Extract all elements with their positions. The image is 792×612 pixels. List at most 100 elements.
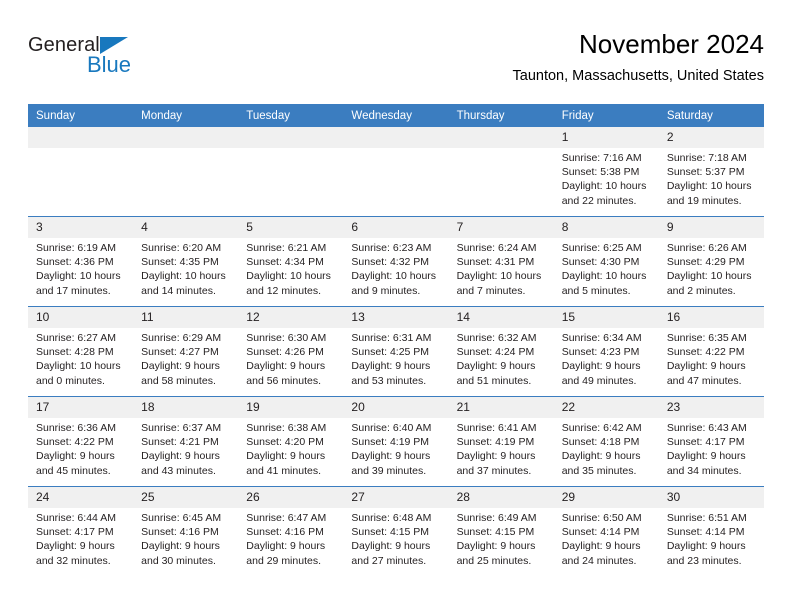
calendar-day-cell[interactable]: 10 Sunrise: 6:27 AM Sunset: 4:28 PM Dayligh… xyxy=(28,306,134,397)
sunset-text: Sunset: 4:29 PM xyxy=(666,256,745,269)
calendar-week-row: 17 Sunrise: 6:36 AM Sunset: 4:22 PM Dayligh… xyxy=(28,396,764,487)
sunrise-text: Sunrise: 6:25 AM xyxy=(561,242,642,254)
day-number: 10 xyxy=(28,307,134,328)
calendar-day-cell[interactable]: 22 Sunrise: 6:42 AM Sunset: 4:18 PM Dayligh… xyxy=(553,396,659,487)
day-sun-info: Sunrise: 6:38 AM Sunset: 4:20 PM Daylight:… xyxy=(238,418,343,478)
day-sun-info: Sunrise: 6:29 AM Sunset: 4:27 PM Daylight:… xyxy=(133,328,238,388)
sunrise-text: Sunrise: 6:45 AM xyxy=(141,512,222,524)
calendar-day-cell[interactable]: 4 Sunrise: 6:20 AM Sunset: 4:35 PM Daylight… xyxy=(133,216,239,307)
calendar-day-cell[interactable]: 28 Sunrise: 6:49 AM Sunset: 4:15 PM Dayligh… xyxy=(448,486,554,576)
day-number: 25 xyxy=(133,487,239,508)
calendar-day-cell[interactable]: 30 Sunrise: 6:51 AM Sunset: 4:14 PM Dayligh… xyxy=(658,486,764,576)
day-number: 18 xyxy=(133,397,239,418)
day-number: 16 xyxy=(658,307,764,328)
sunset-text: Sunset: 4:22 PM xyxy=(666,346,745,359)
sunset-text: Sunset: 4:15 PM xyxy=(351,526,430,539)
day-sun-info: Sunrise: 6:47 AM Sunset: 4:16 PM Daylight:… xyxy=(238,508,343,568)
sunrise-text: Sunrise: 7:18 AM xyxy=(666,152,747,164)
daylight-text: Daylight: 9 hours and 23 minutes. xyxy=(666,540,746,567)
day-sun-info: Sunrise: 6:43 AM Sunset: 4:17 PM Daylight:… xyxy=(659,418,764,478)
sunset-text: Sunset: 4:16 PM xyxy=(246,526,324,539)
sunrise-text: Sunrise: 6:43 AM xyxy=(666,422,747,434)
calendar-day-cell[interactable]: 14 Sunrise: 6:32 AM Sunset: 4:24 PM Dayligh… xyxy=(448,306,554,397)
calendar-day-cell[interactable]: 11 Sunrise: 6:29 AM Sunset: 4:27 PM Dayligh… xyxy=(133,306,239,397)
calendar-day-cell[interactable]: 17 Sunrise: 6:36 AM Sunset: 4:22 PM Dayligh… xyxy=(28,396,134,487)
daylight-text: Daylight: 10 hours and 14 minutes. xyxy=(141,270,226,297)
day-sun-info: Sunrise: 6:44 AM Sunset: 4:17 PM Daylight:… xyxy=(28,508,133,568)
day-sun-info: Sunrise: 6:26 AM Sunset: 4:29 PM Daylight:… xyxy=(659,238,764,298)
day-sun-info: Sunrise: 6:35 AM Sunset: 4:22 PM Daylight:… xyxy=(659,328,764,388)
calendar-day-cell[interactable]: 29 Sunrise: 6:50 AM Sunset: 4:14 PM Dayligh… xyxy=(553,486,659,576)
page-header: General Blue November 2024 Taunton, Mass… xyxy=(28,28,764,96)
calendar-day-cell[interactable]: 19 Sunrise: 6:38 AM Sunset: 4:20 PM Dayligh… xyxy=(238,396,344,487)
day-number: 26 xyxy=(238,487,344,508)
calendar-day-cell[interactable]: 23 Sunrise: 6:43 AM Sunset: 4:17 PM Dayligh… xyxy=(658,396,764,487)
day-number: 6 xyxy=(343,217,449,238)
daylight-text: Daylight: 10 hours and 0 minutes. xyxy=(36,360,121,387)
calendar-cell-empty xyxy=(343,127,449,217)
sunset-text: Sunset: 4:27 PM xyxy=(141,346,219,359)
sunset-text: Sunset: 4:16 PM xyxy=(141,526,219,539)
day-number: 29 xyxy=(553,487,659,508)
sunrise-text: Sunrise: 6:48 AM xyxy=(351,512,432,524)
day-number: 8 xyxy=(553,217,659,238)
day-number: 7 xyxy=(448,217,554,238)
daylight-text: Daylight: 10 hours and 19 minutes. xyxy=(666,180,752,207)
daylight-text: Daylight: 10 hours and 9 minutes. xyxy=(351,270,437,297)
daylight-text: Daylight: 10 hours and 12 minutes. xyxy=(246,270,331,297)
sunrise-text: Sunrise: 7:16 AM xyxy=(561,152,642,164)
sunset-text: Sunset: 4:17 PM xyxy=(666,436,745,449)
calendar-day-cell[interactable]: 2 Sunrise: 7:18 AM Sunset: 5:37 PM Daylight… xyxy=(658,127,764,217)
calendar-day-cell[interactable]: 1 Sunrise: 7:16 AM Sunset: 5:38 PM Daylight… xyxy=(553,127,659,217)
calendar-week-row: 10 Sunrise: 6:27 AM Sunset: 4:28 PM Dayligh… xyxy=(28,306,764,397)
calendar-cell-empty xyxy=(133,127,239,217)
daylight-text: Daylight: 10 hours and 7 minutes. xyxy=(456,270,542,297)
sunrise-text: Sunrise: 6:34 AM xyxy=(561,332,642,344)
daylight-text: Daylight: 9 hours and 37 minutes. xyxy=(456,450,536,477)
calendar-day-cell[interactable]: 16 Sunrise: 6:35 AM Sunset: 4:22 PM Dayligh… xyxy=(658,306,764,397)
day-sun-info: Sunrise: 6:32 AM Sunset: 4:24 PM Daylight:… xyxy=(449,328,554,388)
daylight-text: Daylight: 9 hours and 32 minutes. xyxy=(36,540,115,567)
calendar-day-cell[interactable]: 20 Sunrise: 6:40 AM Sunset: 4:19 PM Dayligh… xyxy=(343,396,449,487)
day-number: 24 xyxy=(28,487,134,508)
daylight-text: Daylight: 9 hours and 56 minutes. xyxy=(246,360,326,387)
calendar-day-cell[interactable]: 18 Sunrise: 6:37 AM Sunset: 4:21 PM Dayligh… xyxy=(133,396,239,487)
sunset-text: Sunset: 4:30 PM xyxy=(561,256,640,269)
sunrise-text: Sunrise: 6:50 AM xyxy=(561,512,642,524)
calendar-day-cell[interactable]: 24 Sunrise: 6:44 AM Sunset: 4:17 PM Dayligh… xyxy=(28,486,134,576)
day-number: 1 xyxy=(553,127,659,148)
location-subtitle: Taunton, Massachusetts, United States xyxy=(512,68,764,84)
daylight-text: Daylight: 9 hours and 25 minutes. xyxy=(456,540,536,567)
sunset-text: Sunset: 5:38 PM xyxy=(561,166,640,179)
sunrise-text: Sunrise: 6:19 AM xyxy=(36,242,116,254)
logo-word-blue: Blue xyxy=(87,52,132,77)
calendar-day-cell[interactable]: 26 Sunrise: 6:47 AM Sunset: 4:16 PM Dayligh… xyxy=(238,486,344,576)
day-number: 4 xyxy=(133,217,239,238)
calendar-day-cell[interactable]: 25 Sunrise: 6:45 AM Sunset: 4:16 PM Dayligh… xyxy=(133,486,239,576)
calendar-day-cell[interactable]: 27 Sunrise: 6:48 AM Sunset: 4:15 PM Dayligh… xyxy=(343,486,449,576)
weekday-header-sunday: Sunday xyxy=(28,104,134,127)
calendar-day-cell[interactable]: 21 Sunrise: 6:41 AM Sunset: 4:19 PM Dayligh… xyxy=(448,396,554,487)
sunset-text: Sunset: 4:15 PM xyxy=(456,526,535,539)
day-number: 12 xyxy=(238,307,344,328)
day-sun-info: Sunrise: 6:51 AM Sunset: 4:14 PM Daylight:… xyxy=(659,508,764,568)
calendar-day-cell[interactable]: 3 Sunrise: 6:19 AM Sunset: 4:36 PM Daylight… xyxy=(28,216,134,307)
calendar-day-cell[interactable]: 7 Sunrise: 6:24 AM Sunset: 4:31 PM Daylight… xyxy=(448,216,554,307)
day-number: 27 xyxy=(343,487,449,508)
sunrise-text: Sunrise: 6:32 AM xyxy=(456,332,537,344)
day-sun-info: Sunrise: 6:23 AM Sunset: 4:32 PM Daylight:… xyxy=(343,238,448,298)
calendar-day-cell[interactable]: 13 Sunrise: 6:31 AM Sunset: 4:25 PM Dayligh… xyxy=(343,306,449,397)
calendar-day-cell[interactable]: 5 Sunrise: 6:21 AM Sunset: 4:34 PM Daylight… xyxy=(238,216,344,307)
calendar-day-cell[interactable]: 12 Sunrise: 6:30 AM Sunset: 4:26 PM Dayligh… xyxy=(238,306,344,397)
daylight-text: Daylight: 9 hours and 53 minutes. xyxy=(351,360,431,387)
day-number xyxy=(238,127,344,148)
sunset-text: Sunset: 4:19 PM xyxy=(456,436,535,449)
day-number: 13 xyxy=(343,307,449,328)
calendar-day-cell[interactable]: 8 Sunrise: 6:25 AM Sunset: 4:30 PM Daylight… xyxy=(553,216,659,307)
day-sun-info: Sunrise: 6:41 AM Sunset: 4:19 PM Daylight:… xyxy=(449,418,554,478)
calendar-day-cell[interactable]: 9 Sunrise: 6:26 AM Sunset: 4:29 PM Daylight… xyxy=(658,216,764,307)
calendar-day-cell[interactable]: 6 Sunrise: 6:23 AM Sunset: 4:32 PM Daylight… xyxy=(343,216,449,307)
day-number: 3 xyxy=(28,217,134,238)
day-sun-info: Sunrise: 6:30 AM Sunset: 4:26 PM Daylight:… xyxy=(238,328,343,388)
calendar-day-cell[interactable]: 15 Sunrise: 6:34 AM Sunset: 4:23 PM Dayligh… xyxy=(553,306,659,397)
